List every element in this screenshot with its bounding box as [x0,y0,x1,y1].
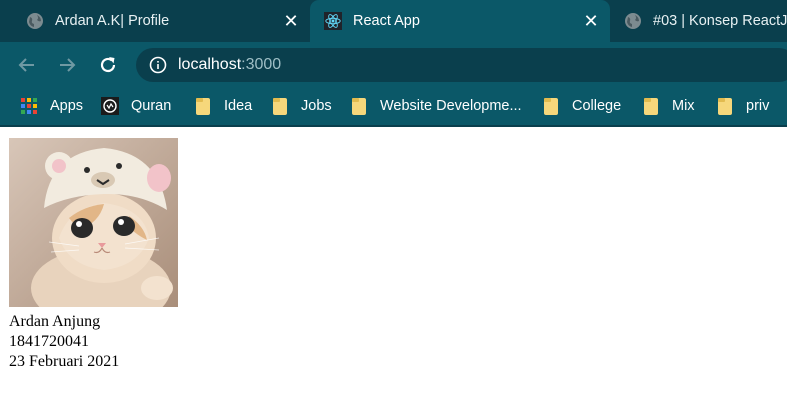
folder-icon [542,97,560,115]
tab-title: Ardan A.K| Profile [55,13,170,29]
back-button[interactable] [14,52,40,78]
bookmark-folder-website-development[interactable]: Website Developme... [350,95,522,117]
quran-logo-icon [101,97,119,115]
forward-button[interactable] [54,52,80,78]
browser-toolbar: localhost:3000 [0,42,787,87]
folder-icon [350,97,368,115]
arrow-left-icon [18,58,34,72]
bookmark-label: Mix [672,98,695,114]
bookmark-folder-college[interactable]: College [542,95,621,117]
bookmark-label: Website Developme... [380,98,522,114]
tab-title: #03 | Konsep ReactJs [653,13,787,29]
bookmark-folder-jobs[interactable]: Jobs [271,95,332,117]
globe-icon [624,12,642,30]
bookmark-label: Jobs [301,98,332,114]
reload-button[interactable] [95,52,121,78]
close-tab-icon[interactable]: ✕ [582,12,600,30]
url-host: localhost [178,56,242,73]
bookmark-label: College [572,98,622,114]
info-icon[interactable] [149,56,167,74]
profile-photo [9,138,178,307]
bookmark-apps[interactable]: Apps [20,95,83,117]
arrow-right-icon [60,58,76,72]
tab-konsep-reactjs[interactable]: #03 | Konsep ReactJs [610,0,787,42]
bookmark-label: Idea [224,98,253,114]
profile-details: Ardan Anjung 1841720041 23 Februari 2021 [9,312,119,372]
tab-strip: Ardan A.K| Profile ✕ React App ✕ #03 | K… [0,0,787,42]
bookmark-label: Apps [50,98,84,114]
react-logo-icon [324,12,342,30]
profile-nim: 1841720041 [9,333,89,350]
profile-date: 23 Februari 2021 [9,353,120,370]
close-tab-icon[interactable]: ✕ [282,12,300,30]
page-content: Ardan Anjung 1841720041 23 Februari 2021 [0,129,787,400]
address-bar[interactable]: localhost:3000 [136,48,787,82]
tab-react-app[interactable]: React App ✕ [310,0,610,42]
bookmark-folder-mix[interactable]: Mix [642,95,695,117]
folder-icon [194,97,212,115]
tab-title: React App [353,13,420,29]
apps-grid-icon [20,97,38,115]
folder-icon [271,97,289,115]
bookmark-label: Quran [131,98,172,114]
bookmark-folder-idea[interactable]: Idea [194,95,252,117]
url-port: :3000 [241,56,282,73]
globe-icon [26,12,44,30]
folder-icon [642,97,660,115]
bookmarks-bar: Apps Quran Idea Jobs Website Developme..… [0,87,787,127]
profile-name: Ardan Anjung [9,313,101,330]
folder-icon [716,97,734,115]
reload-icon [100,57,116,73]
bookmark-folder-priv[interactable]: priv [716,95,769,117]
bookmark-label: priv [746,98,770,114]
tab-ardan-profile[interactable]: Ardan A.K| Profile ✕ [0,0,310,42]
bookmark-quran[interactable]: Quran [101,95,171,117]
